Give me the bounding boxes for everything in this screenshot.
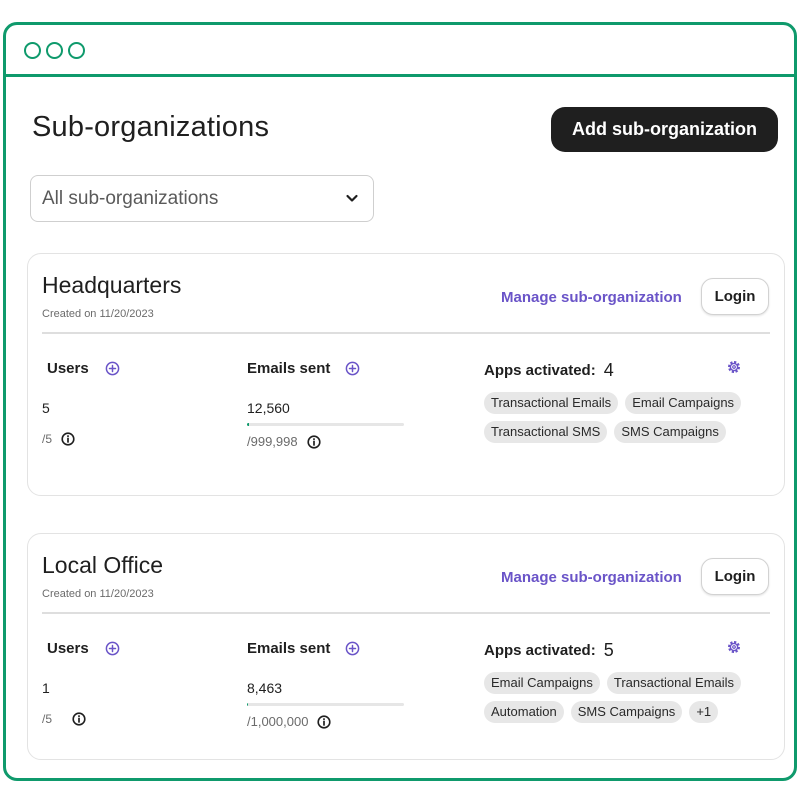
users-limit: /5 <box>42 712 86 726</box>
app-tags: Email Campaigns Transactional Emails Autom… <box>484 672 774 723</box>
org-name: Headquarters <box>42 272 182 298</box>
app-tag: Automation <box>484 701 564 723</box>
add-users-plus-icon[interactable] <box>105 361 120 376</box>
apps-activated-heading: Apps activated: 5 <box>484 640 614 661</box>
app-tag: Transactional SMS <box>484 421 608 443</box>
window-dot-icon[interactable] <box>68 42 85 59</box>
window-titlebar <box>6 25 794 77</box>
emails-sent-count: 12,560 <box>247 400 290 416</box>
sub-organization-filter-select[interactable]: All sub-organizations <box>30 175 374 222</box>
org-name: Local Office <box>42 552 164 578</box>
app-tag: Transactional Emails <box>484 392 619 414</box>
browser-window: Sub-organizations Add sub-organization A… <box>3 22 797 781</box>
emails-limit: /1,000,000 <box>247 714 332 729</box>
emails-progress-bar <box>247 423 404 426</box>
emails-limit-value: /999,998 <box>247 434 298 449</box>
info-icon[interactable] <box>317 714 332 729</box>
emails-limit: /999,998 <box>247 434 321 449</box>
org-created-date: Created on 11/20/2023 <box>42 308 154 320</box>
login-button[interactable]: Login <box>701 558 769 595</box>
app-tag: Transactional Emails <box>606 672 742 694</box>
page-title: Sub-organizations <box>32 111 270 143</box>
gear-icon[interactable] <box>726 359 742 375</box>
info-icon[interactable] <box>307 434 321 449</box>
sub-organization-card: Local Office Created on 11/20/2023 Manag… <box>27 533 785 760</box>
users-count: 5 <box>42 400 50 416</box>
emails-sent-heading: Emails sent <box>247 640 331 657</box>
app-tags: Transactional Emails Email Campaigns Trans… <box>484 392 774 443</box>
apps-count: 5 <box>603 640 614 660</box>
users-limit: /5 <box>42 432 75 446</box>
chevron-down-icon <box>346 194 358 202</box>
info-icon[interactable] <box>61 432 75 446</box>
users-limit-value: /5 <box>42 432 53 446</box>
window-dot-icon[interactable] <box>24 42 41 59</box>
emails-progress-bar <box>247 703 404 706</box>
add-users-plus-icon[interactable] <box>105 641 120 656</box>
org-created-date: Created on 11/20/2023 <box>42 588 154 600</box>
users-heading: Users <box>47 640 89 657</box>
filter-selected-value: All sub-organizations <box>42 187 219 209</box>
emails-limit-value: /1,000,000 <box>247 714 309 729</box>
card-divider <box>42 332 770 334</box>
app-tag: SMS Campaigns <box>614 421 726 443</box>
manage-sub-organization-link[interactable]: Manage sub-organization <box>501 569 682 586</box>
add-sub-organization-button[interactable]: Add sub-organization <box>551 107 778 152</box>
app-tag: SMS Campaigns <box>570 701 683 723</box>
app-tag: Email Campaigns <box>484 672 600 694</box>
login-button[interactable]: Login <box>701 278 769 315</box>
gear-icon[interactable] <box>726 639 742 655</box>
add-emails-plus-icon[interactable] <box>345 361 360 376</box>
card-divider <box>42 612 770 614</box>
users-heading: Users <box>47 360 89 377</box>
apps-activated-label: Apps activated: <box>484 362 596 379</box>
apps-activated-heading: Apps activated: 4 <box>484 360 614 381</box>
users-count: 1 <box>42 680 50 696</box>
add-emails-plus-icon[interactable] <box>345 641 360 656</box>
app-tag: Email Campaigns <box>625 392 742 414</box>
apps-activated-label: Apps activated: <box>484 642 596 659</box>
emails-sent-count: 8,463 <box>247 680 283 696</box>
emails-progress-fill <box>247 703 249 706</box>
manage-sub-organization-link[interactable]: Manage sub-organization <box>501 289 682 306</box>
apps-count: 4 <box>603 360 614 380</box>
window-dot-icon[interactable] <box>46 42 63 59</box>
app-tag: +1 <box>689 701 719 723</box>
info-icon[interactable] <box>72 712 86 726</box>
users-limit-value: /5 <box>42 712 53 726</box>
emails-progress-fill <box>247 423 249 426</box>
emails-sent-heading: Emails sent <box>247 360 331 377</box>
sub-organization-card: Headquarters Created on 11/20/2023 Manag… <box>27 253 785 496</box>
